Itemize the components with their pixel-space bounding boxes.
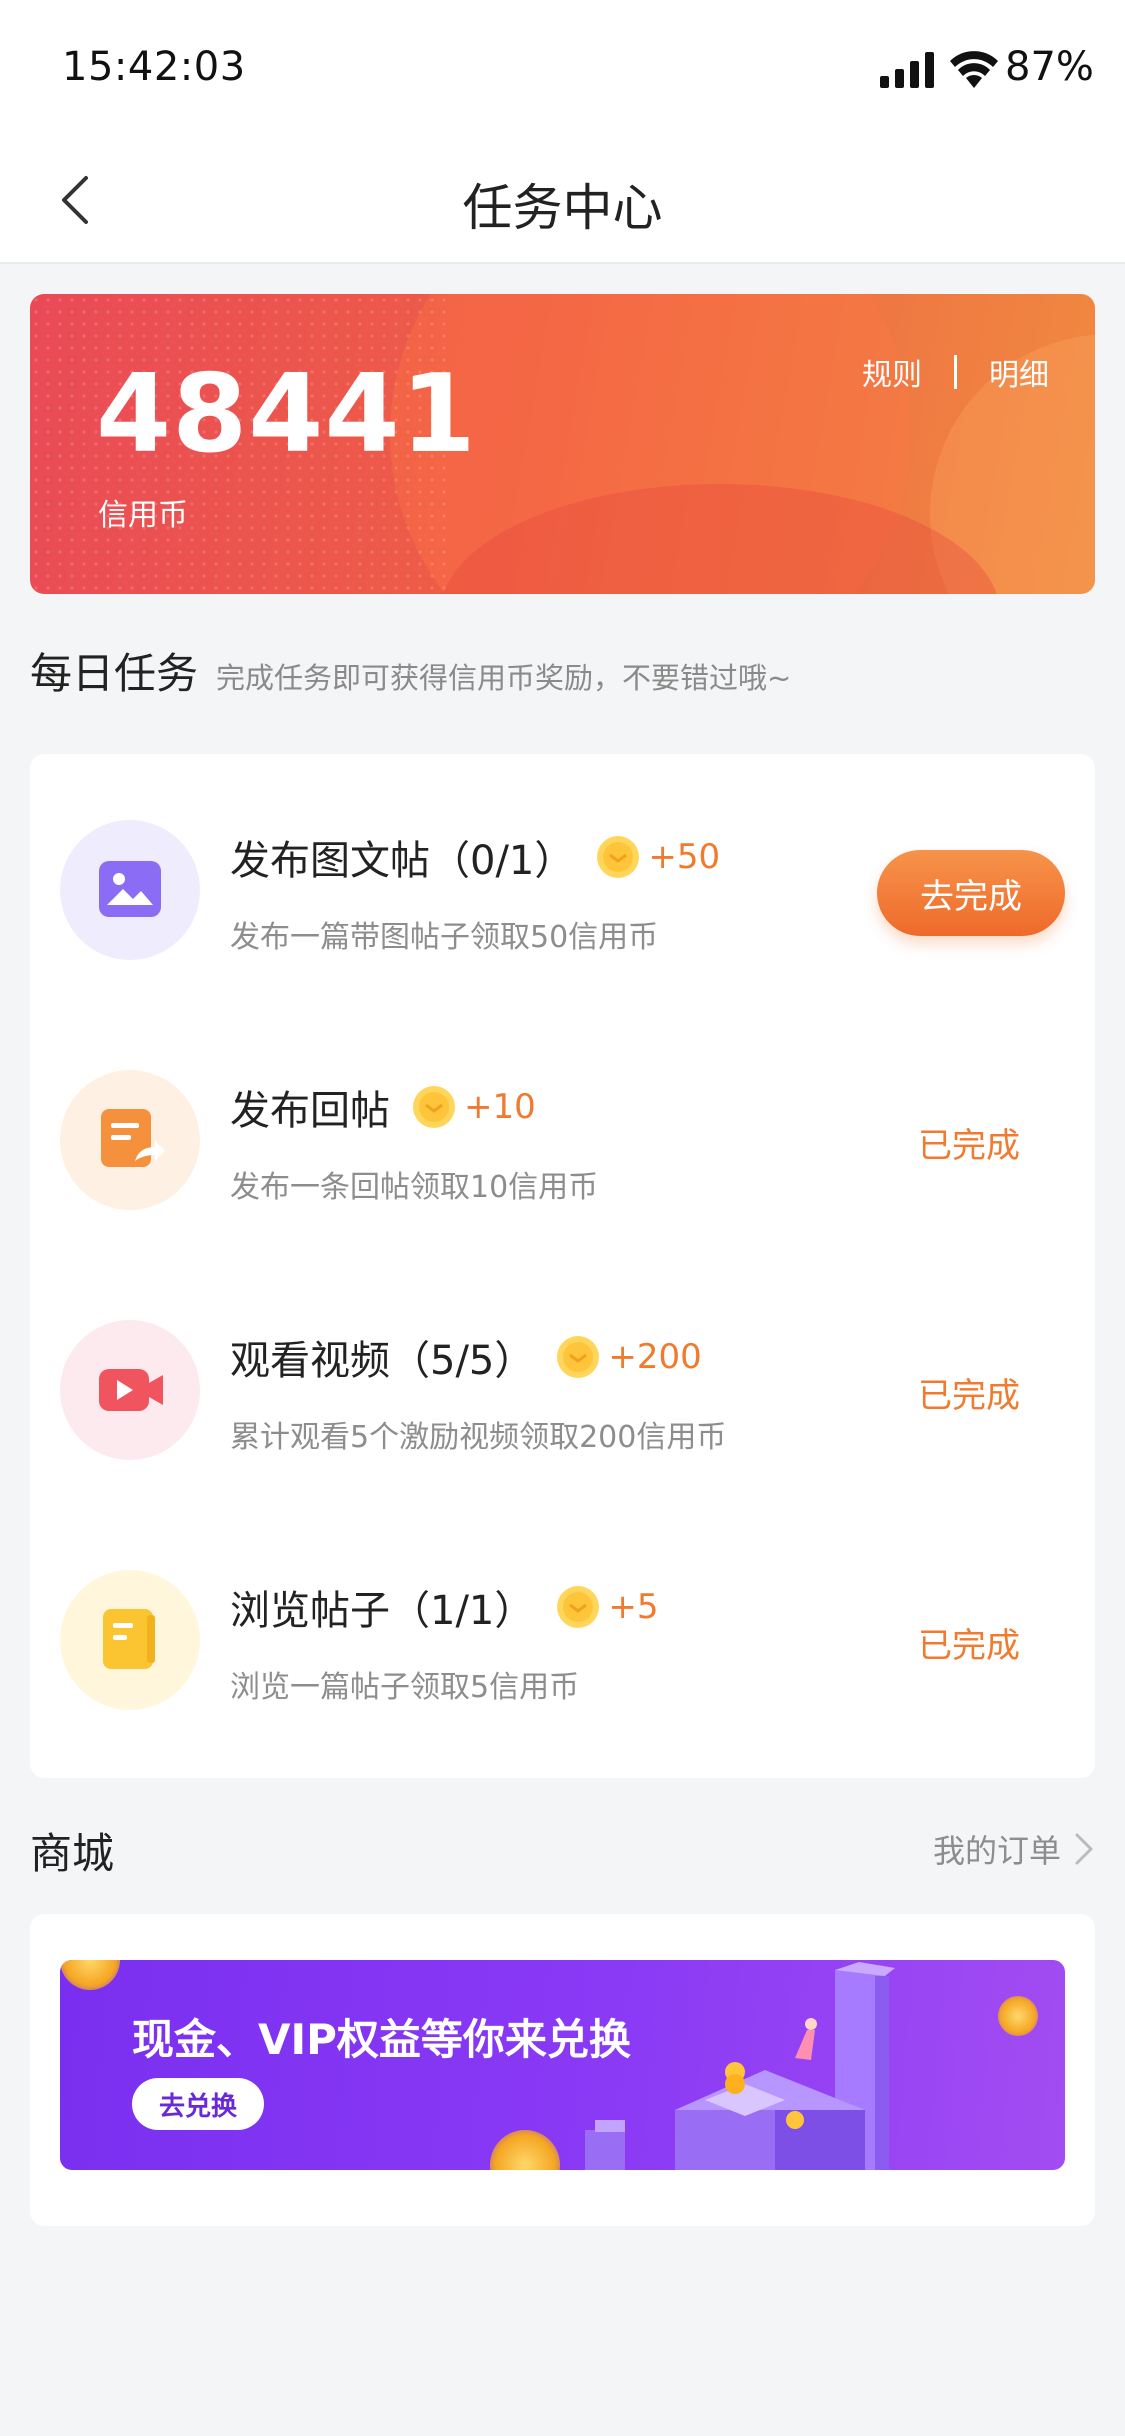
task-icon-badge <box>60 1320 200 1460</box>
credit-balance-label: 信用币 <box>98 498 188 533</box>
task-icon-badge <box>60 820 200 960</box>
video-icon <box>99 1369 163 1411</box>
coin-glow-decoration <box>490 2130 560 2170</box>
page-title: 任务中心 <box>462 179 663 237</box>
task-title: 观看视频（5/5） +200 <box>230 1328 702 1386</box>
link-divider <box>954 355 957 389</box>
details-link[interactable]: 明细 <box>989 350 1049 394</box>
go-complete-button[interactable]: 去完成 <box>877 850 1065 936</box>
coin-icon <box>557 1586 600 1628</box>
task-description: 累计观看5个激励视频领取200信用币 <box>230 1420 727 1455</box>
exchange-promo-banner[interactable]: 现金、VIP权益等你来兑换 去兑换 <box>60 1960 1065 2170</box>
task-icon-badge <box>60 1570 200 1710</box>
coin-glow-decoration <box>60 1960 120 1990</box>
task-reward: +200 <box>608 1337 702 1377</box>
task-list: 发布图文帖（0/1） +50 发布一篇带图帖子领取50信用币 去完成 发布回帖 <box>30 754 1095 1778</box>
completed-status: 已完成 <box>918 1626 1020 1666</box>
task-item-browse-post: 浏览帖子（1/1） +5 浏览一篇帖子领取5信用币 已完成 <box>30 1504 1095 1754</box>
task-item-post-image: 发布图文帖（0/1） +50 发布一篇带图帖子领取50信用币 去完成 <box>30 754 1095 1004</box>
task-item-watch-video: 观看视频（5/5） +200 累计观看5个激励视频领取200信用币 已完成 <box>30 1254 1095 1504</box>
task-description: 发布一条回帖领取10信用币 <box>230 1170 599 1205</box>
task-title-text: 浏览帖子（1/1） <box>230 1588 535 1634</box>
battery-level: 87% <box>1005 44 1094 90</box>
my-orders-link[interactable]: 我的订单 <box>933 1826 1095 1872</box>
task-title: 发布图文帖（0/1） +50 <box>230 828 720 886</box>
wifi-icon <box>950 51 998 88</box>
completed-status: 已完成 <box>918 1376 1020 1416</box>
task-title: 浏览帖子（1/1） +5 <box>230 1578 659 1636</box>
browse-icon <box>103 1609 155 1669</box>
section-title: 每日任务 <box>30 649 199 698</box>
redeem-button[interactable]: 去兑换 <box>132 2078 264 2130</box>
task-title: 发布回帖 +10 <box>230 1078 536 1136</box>
daily-tasks-header: 每日任务 完成任务即可获得信用币奖励，不要错过哦~ <box>30 640 791 701</box>
task-description: 发布一篇带图帖子领取50信用币 <box>230 920 659 955</box>
credit-balance-banner: 48441 信用币 规则 明细 <box>30 294 1095 594</box>
coin-icon <box>597 836 640 878</box>
banner-links: 规则 明细 <box>862 350 1049 394</box>
reply-icon <box>101 1109 165 1167</box>
rules-link[interactable]: 规则 <box>862 350 922 394</box>
shop-header: 商城 我的订单 <box>30 1820 1095 1880</box>
task-reward: +50 <box>648 837 721 877</box>
task-title-text: 观看视频（5/5） <box>230 1338 535 1384</box>
image-icon <box>99 861 161 917</box>
nav-bar: 任务中心 <box>0 140 1125 264</box>
task-icon-badge <box>60 1070 200 1210</box>
section-title: 商城 <box>30 1829 115 1878</box>
task-description: 浏览一篇帖子领取5信用币 <box>230 1670 580 1705</box>
coin-icon <box>413 1086 455 1128</box>
status-time: 15:42:03 <box>62 44 246 90</box>
section-subtitle: 完成任务即可获得信用币奖励，不要错过哦~ <box>216 661 792 695</box>
task-title-text: 发布回帖 <box>230 1088 390 1134</box>
shop-card: 现金、VIP权益等你来兑换 去兑换 <box>30 1914 1095 2226</box>
promo-headline: 现金、VIP权益等你来兑换 <box>132 2015 631 2064</box>
completed-status: 已完成 <box>918 1126 1020 1166</box>
task-reward: +5 <box>608 1587 659 1627</box>
task-title-text: 发布图文帖（0/1） <box>230 838 575 884</box>
task-item-reply: 发布回帖 +10 发布一条回帖领取10信用币 已完成 <box>30 1004 1095 1254</box>
credit-balance: 48441 <box>96 352 477 477</box>
task-reward: +10 <box>464 1087 536 1127</box>
building-illustration <box>585 1962 895 2170</box>
signal-icon <box>880 52 934 88</box>
coin-glow-decoration <box>998 1996 1038 2036</box>
my-orders-label: 我的订单 <box>932 1832 1061 1870</box>
coin-icon <box>557 1336 600 1378</box>
status-bar: 15:42:03 87% <box>0 0 1125 140</box>
chevron-right-icon <box>1075 1833 1093 1865</box>
